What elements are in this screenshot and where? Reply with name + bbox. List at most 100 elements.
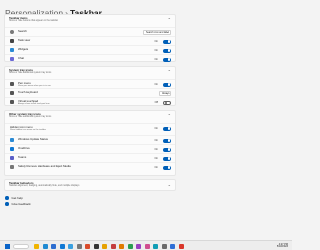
photos-icon[interactable] (68, 243, 73, 249)
touch-keyboard-row: Touch keyboard Always ⌄ (5, 88, 175, 97)
edge-icon[interactable] (42, 243, 48, 249)
mail-icon[interactable] (59, 243, 65, 249)
app-icon-4[interactable] (136, 243, 141, 249)
pen-menu-row: Pen menu Show pen menu when pen is in us… (5, 79, 175, 88)
system-tray-clock[interactable]: 4:27 PM 5/18/2023 (276, 243, 288, 249)
windows-update-icon (10, 138, 14, 142)
other-system-tray-icons-section: Other system tray icons Show or hide add… (4, 110, 176, 176)
search-icon (10, 30, 14, 34)
chevron-down-icon: ⌄ (166, 31, 169, 35)
chevron-up-icon: ⌃ (167, 17, 171, 22)
section-description: Show or hide buttons that appear on the … (9, 20, 59, 23)
usb-icon (10, 165, 14, 169)
toggle-state: On (154, 127, 158, 130)
browser-icon[interactable] (85, 243, 90, 249)
chevron-up-icon: ⌃ (167, 113, 171, 118)
chat-icon (10, 57, 14, 61)
file-explorer-icon[interactable] (34, 243, 39, 249)
windows-update-row: Windows Update Status On (5, 135, 175, 144)
row-label: Search (18, 29, 27, 33)
onedrive-toggle[interactable] (163, 147, 171, 152)
windows-update-toggle[interactable] (163, 138, 171, 143)
teams-icon (10, 156, 14, 160)
give-feedback-label: Give feedback (11, 202, 31, 207)
pen-icon (10, 82, 14, 86)
search-dropdown[interactable]: Search icon and label ⌄ (143, 30, 171, 35)
hidden-icon-menu-row: Hidden icon menu Show hidden icon menu o… (5, 123, 175, 135)
row-label: Task view (18, 38, 31, 42)
taskbar-items-header[interactable]: Taskbar items Show or hide buttons that … (5, 15, 175, 27)
row-label: Chat (18, 56, 24, 60)
task-view-icon (10, 39, 14, 43)
toggle-state: On (154, 148, 158, 151)
row-label: Widgets (18, 47, 29, 51)
row-label: Windows Update Status (18, 137, 48, 141)
system-tray-icons-header[interactable]: System tray icons Show or hide additiona… (5, 67, 175, 79)
clock-date: 5/18/2023 (276, 245, 288, 248)
app-icon-6[interactable] (153, 243, 158, 249)
toggle-state: On (154, 83, 158, 86)
other-system-tray-icons-header[interactable]: Other system tray icons Show or hide add… (5, 111, 175, 123)
terminal-icon[interactable] (93, 243, 99, 249)
row-description: Always show virtual touchpad icon (18, 103, 50, 105)
touchpad-icon (10, 100, 14, 104)
toggle-state: On (154, 49, 158, 52)
taskbar-search-box[interactable] (13, 243, 29, 249)
start-button-icon[interactable] (5, 243, 10, 249)
safely-remove-hardware-row: Safely Remove Hardware and Eject Media O… (5, 162, 175, 171)
section-description: Taskbar alignment, badging, automaticall… (9, 185, 80, 188)
system-taskbar: 4:27 PM 5/18/2023 (0, 240, 292, 250)
app-icon-3[interactable] (127, 243, 133, 249)
search-row: Search Search icon and label ⌄ (5, 27, 175, 36)
app-icon-8[interactable] (170, 243, 175, 249)
taskbar-behaviors-section[interactable]: Taskbar behaviors Taskbar alignment, bad… (4, 179, 176, 191)
app-icon-1[interactable] (110, 243, 116, 249)
widgets-icon (10, 48, 14, 52)
toggle-state: On (154, 157, 158, 160)
settings-icon[interactable] (76, 243, 82, 249)
chevron-up-icon: ⌃ (167, 69, 171, 74)
get-help-link[interactable]: Get help (5, 196, 23, 200)
chevron-down-icon: ⌄ (166, 92, 169, 96)
app-icon-7[interactable] (161, 243, 167, 249)
row-label: Safely Remove Hardware and Eject Media (18, 164, 71, 168)
store-icon[interactable] (51, 243, 56, 249)
widgets-toggle[interactable] (163, 48, 171, 53)
app-icon-2[interactable] (119, 243, 124, 249)
chevron-down-icon: ⌄ (167, 182, 171, 187)
toggle-state: On (154, 40, 158, 43)
row-label: OneDrive (18, 146, 30, 150)
row-description: Show hidden icon menu on the taskbar (10, 129, 46, 131)
touch-keyboard-dropdown[interactable]: Always ⌄ (159, 91, 171, 96)
section-description: Show or hide additional system tray icon… (9, 116, 52, 119)
task-view-row: Task view On (5, 36, 175, 45)
section-description: Show or hide additional system tray icon… (9, 72, 52, 75)
onedrive-row: OneDrive On (5, 144, 175, 153)
teams-toggle[interactable] (163, 156, 171, 161)
toggle-state: On (154, 58, 158, 61)
hidden-icon-menu-toggle[interactable] (163, 126, 171, 131)
taskbar-behaviors-header[interactable]: Taskbar behaviors Taskbar alignment, bad… (5, 180, 175, 192)
taskbar-items-section: Taskbar items Show or hide buttons that … (4, 14, 176, 62)
onedrive-icon (10, 147, 14, 151)
task-view-toggle[interactable] (163, 39, 171, 44)
system-tray-icons-section: System tray icons Show or hide additiona… (4, 66, 176, 106)
widgets-row: Widgets On (5, 45, 175, 54)
app-icon-5[interactable] (144, 243, 150, 249)
keyboard-icon (10, 91, 14, 95)
toggle-state: On (154, 139, 158, 142)
chat-toggle[interactable] (163, 57, 171, 62)
feedback-icon (5, 202, 9, 206)
teams-row: Teams On (5, 153, 175, 162)
pen-menu-toggle[interactable] (163, 82, 171, 87)
give-feedback-link[interactable]: Give feedback (5, 202, 31, 206)
safely-remove-hardware-toggle[interactable] (163, 165, 171, 170)
get-help-label: Get help (11, 196, 23, 201)
virtual-touchpad-row: Virtual touchpad Always show virtual tou… (5, 97, 175, 106)
notes-icon[interactable] (102, 243, 107, 249)
row-label: Teams (18, 155, 27, 159)
virtual-touchpad-toggle[interactable] (163, 100, 171, 105)
row-label: Touch keyboard (18, 90, 38, 94)
app-icon-9[interactable] (178, 243, 184, 249)
help-icon (5, 196, 9, 200)
